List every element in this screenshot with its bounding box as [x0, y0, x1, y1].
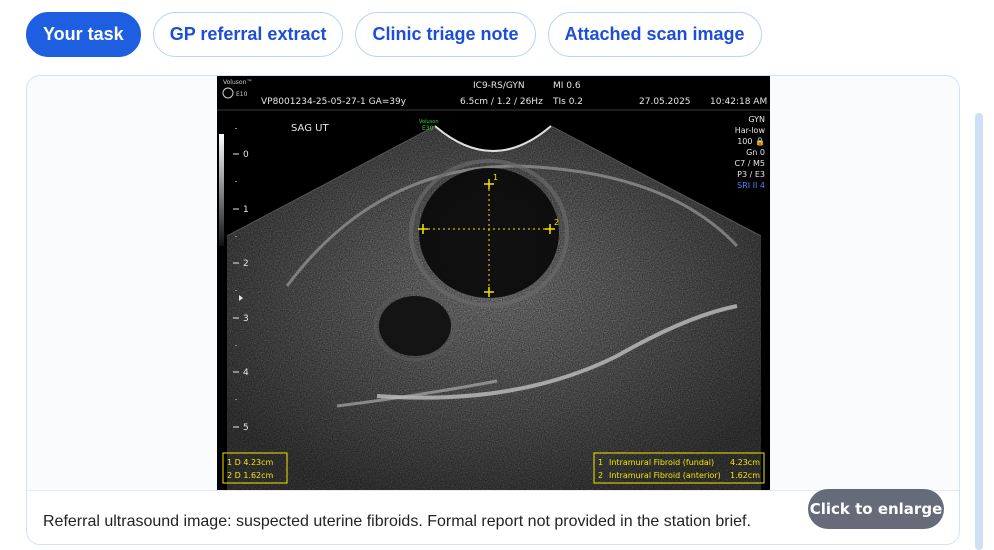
svg-text:3: 3	[243, 314, 249, 324]
svg-text:2: 2	[243, 259, 249, 269]
measurement-right-value-1: 4.23cm	[730, 458, 760, 467]
click-to-enlarge-button[interactable]: Click to enlarge	[808, 489, 944, 529]
voluson-logo-model: E30	[422, 125, 434, 132]
brand-label: Voluson™	[223, 79, 252, 86]
tis-value: TIs 0.2	[552, 97, 583, 107]
patient-id: VP8001234-25-05-27-1 GA=39y	[261, 97, 407, 107]
ultrasound-svg: 1 2 Voluson™ E10 VP8001234-25-05-27-1 GA…	[217, 79, 770, 490]
scrollbar[interactable]	[975, 113, 983, 550]
mi-value: MI 0.6	[553, 81, 581, 91]
setting-power: 100 🔒	[737, 137, 765, 146]
tab-bar: Your task GP referral extract Clinic tri…	[26, 12, 762, 57]
svg-text:0: 0	[243, 150, 249, 160]
setting-harmonic: Har-low	[735, 126, 766, 135]
view-label: SAG UT	[291, 123, 329, 134]
tab-clinic-triage-note[interactable]: Clinic triage note	[355, 12, 536, 57]
caliper-label-2: 2	[554, 218, 559, 227]
tab-gp-referral-extract[interactable]: GP referral extract	[152, 12, 344, 57]
measurement-right-num-2: 2	[598, 471, 603, 480]
setting-sri: SRI II 4	[737, 181, 765, 190]
svg-text:4: 4	[243, 368, 249, 378]
grayscale-bar	[219, 134, 224, 246]
measurement-right-label-2: Intramural Fibroid (anterior)	[609, 471, 721, 480]
measurement-left-1: 1 D 4.23cm	[227, 458, 274, 467]
caliper-label-1: 1	[493, 173, 498, 182]
tab-attached-scan-image[interactable]: Attached scan image	[547, 12, 762, 57]
scan-date: 27.05.2025	[639, 97, 691, 107]
scan-panel: 1 2 Voluson™ E10 VP8001234-25-05-27-1 GA…	[26, 75, 960, 545]
setting-mode: GYN	[748, 115, 765, 124]
brand-model: E10	[236, 91, 248, 98]
setting-cm: C7 / M5	[735, 159, 765, 168]
scan-time: 10:42:18 AM	[710, 97, 767, 107]
measurement-left-2: 2 D 1.62cm	[227, 471, 274, 480]
measurement-right-value-2: 1.62cm	[730, 471, 760, 480]
scan-params: 6.5cm / 1.2 / 26Hz	[460, 97, 543, 107]
svg-text:5: 5	[243, 423, 249, 433]
probe-label: IC9-RS/GYN	[473, 81, 525, 91]
ultrasound-image[interactable]: 1 2 Voluson™ E10 VP8001234-25-05-27-1 GA…	[217, 76, 770, 490]
tab-your-task[interactable]: Your task	[26, 12, 141, 57]
measurement-right-num-1: 1	[598, 458, 603, 467]
measurement-right-label-1: Intramural Fibroid (fundal)	[609, 458, 714, 467]
ge-logo-icon	[222, 87, 234, 99]
setting-pe: P3 / E3	[737, 170, 765, 179]
setting-gain: Gn 0	[746, 148, 765, 157]
scan-caption: Referral ultrasound image: suspected ute…	[43, 513, 751, 530]
svg-text:1: 1	[243, 205, 249, 215]
